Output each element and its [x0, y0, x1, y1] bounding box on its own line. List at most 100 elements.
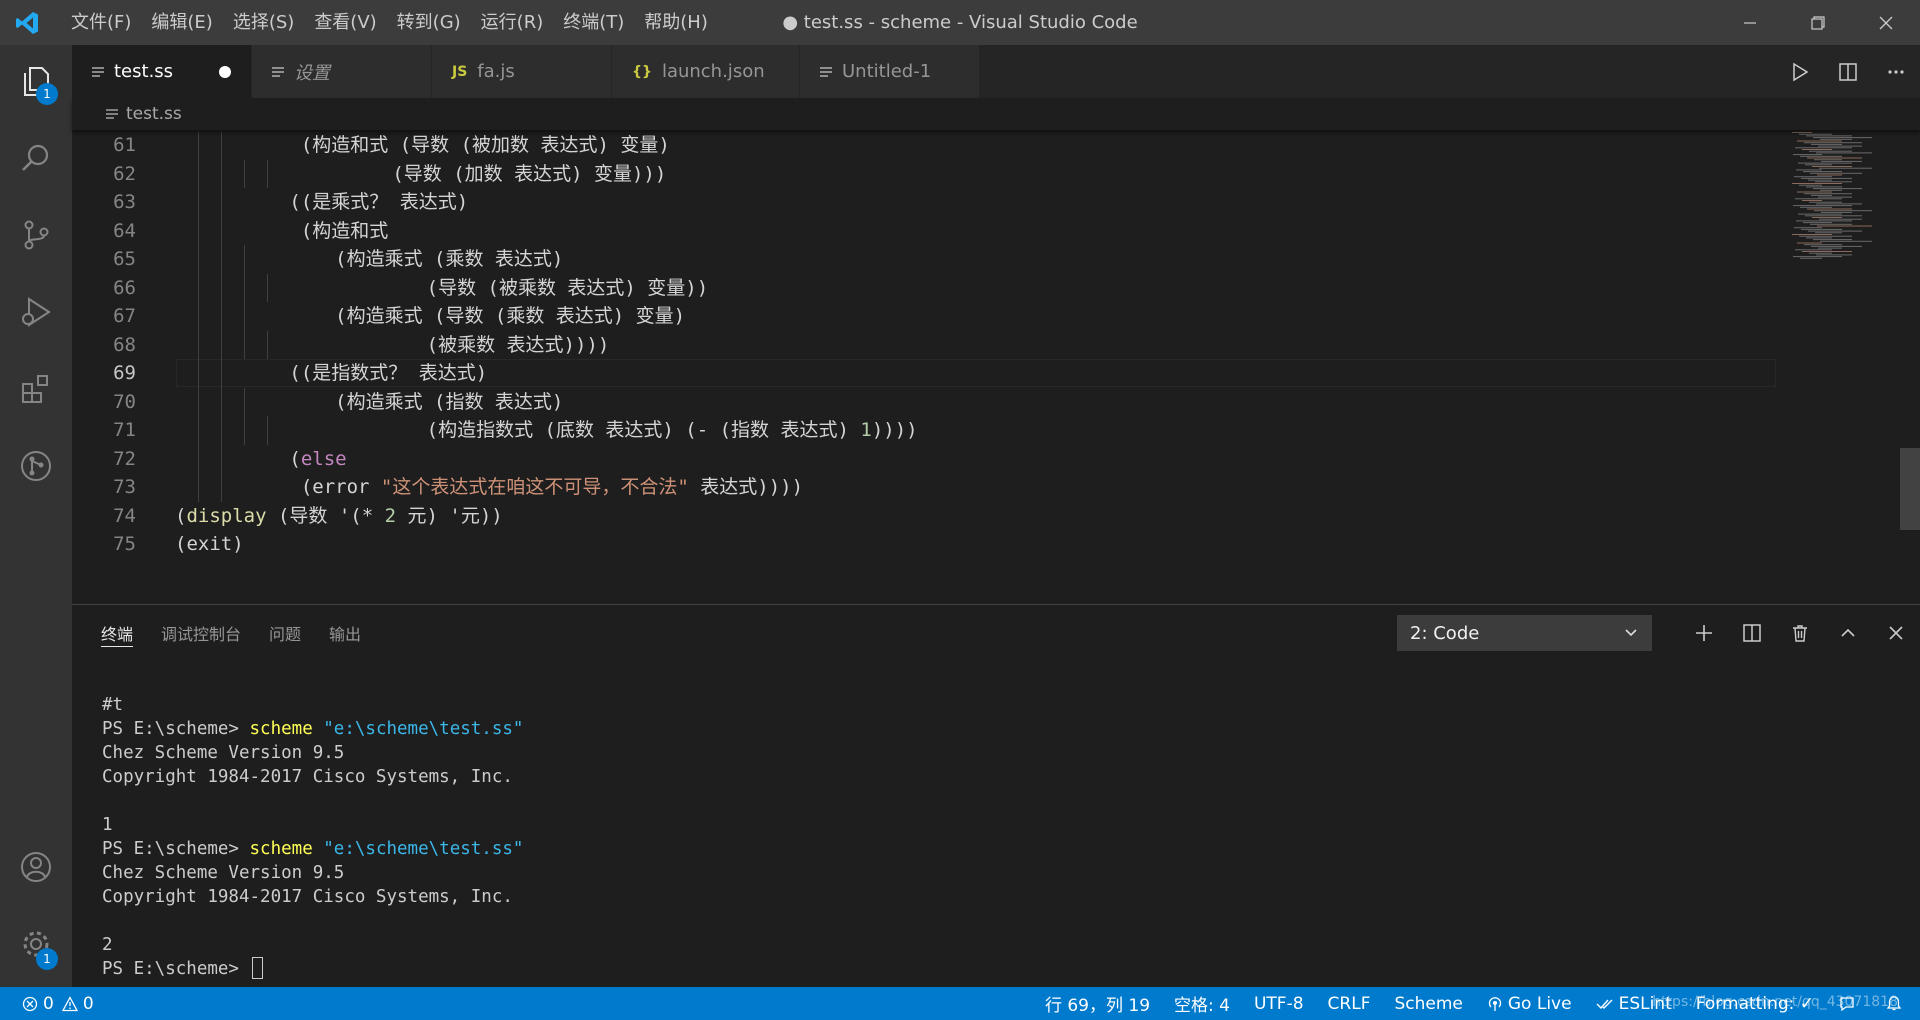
- menu-item-6[interactable]: 终端(T): [553, 0, 634, 45]
- terminal-command: scheme: [249, 839, 313, 859]
- close-button[interactable]: [1852, 0, 1920, 45]
- explorer-icon[interactable]: 1: [0, 45, 72, 117]
- code-line[interactable]: 71 (构造指数式 (底数 表达式) (- (指数 表达式) 1)))): [72, 416, 1772, 445]
- menu-item-5[interactable]: 运行(R): [471, 0, 554, 45]
- minimap-line: [1807, 208, 1852, 210]
- tab-untitled-1[interactable]: Untitled-1: [800, 45, 980, 98]
- run-debug-icon[interactable]: [0, 276, 72, 348]
- code-line[interactable]: 61 (构造和式 (导数 (被加数 表达式) 变量): [72, 131, 1772, 160]
- menu-item-3[interactable]: 查看(V): [304, 0, 386, 45]
- run-file-button[interactable]: [1776, 45, 1824, 98]
- restore-button[interactable]: [1784, 0, 1852, 45]
- panel-tab-output[interactable]: 输出: [329, 605, 361, 661]
- minimize-button[interactable]: [1716, 0, 1784, 45]
- code-editor[interactable]: 61 (构造和式 (导数 (被加数 表达式) 变量) 62 (导数 (加数 表达式…: [72, 130, 1920, 604]
- editor-scrollbar[interactable]: [1900, 448, 1920, 530]
- indent-guide: [220, 473, 222, 502]
- minimap-line: [1818, 196, 1852, 198]
- menu-item-7[interactable]: 帮助(H): [634, 0, 718, 45]
- minimap-line: [1795, 147, 1852, 149]
- code-line[interactable]: 72 (else: [72, 445, 1772, 474]
- unsaved-dot-icon[interactable]: [219, 65, 231, 78]
- extensions-icon[interactable]: [0, 353, 72, 425]
- code-segment: (构造指数式 (底数 表达式) (- (指数 表达式): [426, 419, 861, 441]
- minimap-line: [1806, 186, 1842, 188]
- search-icon[interactable]: [0, 122, 72, 194]
- menu-item-4[interactable]: 转到(G): [387, 0, 471, 45]
- go-live-button[interactable]: Go Live: [1475, 994, 1584, 1014]
- lines-file-icon: [92, 66, 104, 78]
- end-of-line[interactable]: CRLF: [1316, 994, 1383, 1014]
- tab-fa-js[interactable]: JS fa.js: [432, 45, 612, 98]
- error-count: 0: [43, 993, 54, 1014]
- minimap-line: [1802, 200, 1822, 201]
- code-segment: 元) '元)): [396, 504, 503, 527]
- minimap-line: [1815, 181, 1852, 183]
- menu-item-2[interactable]: 选择(S): [223, 0, 304, 45]
- tab-launch-json[interactable]: {} launch.json: [612, 45, 800, 98]
- line-number: 63: [113, 191, 136, 213]
- code-line[interactable]: 65 (构造乘式 (乘数 表达式): [72, 245, 1772, 274]
- eslint-status[interactable]: ESLint: [1584, 994, 1684, 1014]
- split-editor-button[interactable]: [1824, 45, 1872, 98]
- menu-bar: 文件(F) 编辑(E) 选择(S) 查看(V) 转到(G) 运行(R) 终端(T) 帮助(H): [61, 0, 718, 45]
- code-segment: (: [289, 447, 301, 470]
- formatting-status[interactable]: Formatting: ✓: [1684, 994, 1826, 1014]
- terminal-select[interactable]: 2: Code: [1397, 615, 1652, 651]
- code-line[interactable]: 63 ((是乘式？ 表达式): [72, 188, 1772, 217]
- maximize-panel-icon[interactable]: [1824, 605, 1872, 661]
- git-graph-icon[interactable]: [0, 430, 72, 502]
- kill-terminal-icon[interactable]: [1776, 605, 1824, 661]
- close-panel-icon[interactable]: [1872, 605, 1920, 661]
- source-control-icon[interactable]: [0, 199, 72, 271]
- tab-test-ss[interactable]: test.ss: [72, 45, 252, 98]
- minimap-line: [1801, 228, 1842, 230]
- split-terminal-button[interactable]: [1728, 605, 1776, 661]
- tab-settings[interactable]: 设置: [252, 45, 432, 98]
- encoding[interactable]: UTF-8: [1242, 994, 1316, 1014]
- title-bar: 文件(F) 编辑(E) 选择(S) 查看(V) 转到(G) 运行(R) 终端(T) 帮助(H)…: [0, 0, 1920, 45]
- indent-guide: [243, 302, 245, 331]
- minimap-line: [1806, 237, 1832, 239]
- language-mode[interactable]: Scheme: [1382, 994, 1474, 1014]
- terminal-text: #t: [102, 695, 124, 715]
- menu-item-0[interactable]: 文件(F): [61, 0, 141, 45]
- code-line[interactable]: 70 (构造乘式 (指数 表达式): [72, 388, 1772, 417]
- indentation[interactable]: 空格: 4: [1162, 991, 1242, 1016]
- menu-item-1[interactable]: 编辑(E): [141, 0, 222, 45]
- code-line[interactable]: 67 (构造乘式 (导数 (乘数 表达式) 变量): [72, 302, 1772, 331]
- cursor-position[interactable]: 行 69，列 19: [1033, 991, 1162, 1016]
- minimap[interactable]: [1790, 130, 1920, 604]
- feedback-icon[interactable]: [1826, 995, 1873, 1013]
- code-line[interactable]: 74 (display (导数 '(* 2 元) '元)): [72, 502, 1772, 531]
- notifications-bell-icon[interactable]: [1873, 995, 1920, 1013]
- double-check-icon: [1596, 999, 1613, 1009]
- code-line[interactable]: 75 (exit): [72, 530, 1772, 559]
- code-line[interactable]: 73 (error "这个表达式在咱这不可导，不合法" 表达式)))): [72, 473, 1772, 502]
- breadcrumb-file[interactable]: test.ss: [126, 104, 182, 124]
- settings-gear-icon[interactable]: 1: [0, 908, 72, 980]
- new-terminal-button[interactable]: [1680, 605, 1728, 661]
- terminal-argument: "e:\scheme\test.ss": [312, 719, 524, 739]
- code-line[interactable]: 69 ((是指数式？ 表达式): [72, 359, 1772, 388]
- code-line[interactable]: 64 (构造和式: [72, 217, 1772, 246]
- panel-tab-debug-console[interactable]: 调试控制台: [161, 605, 241, 661]
- minimap-line: [1800, 257, 1822, 259]
- minimap-line: [1799, 235, 1852, 237]
- line-number: 70: [113, 390, 136, 413]
- minimap-line: [1816, 152, 1872, 154]
- code-line[interactable]: 68 (被乘数 表达式)))): [72, 331, 1772, 360]
- minimap-line: [1804, 142, 1862, 144]
- tab-label: Untitled-1: [842, 61, 932, 82]
- panel-tab-terminal[interactable]: 终端: [101, 605, 134, 661]
- code-line[interactable]: 66 (导数 (被乘数 表达式) 变量)): [72, 274, 1772, 303]
- panel-tab-problems[interactable]: 问题: [269, 605, 301, 661]
- more-actions-icon[interactable]: [1872, 45, 1920, 98]
- indent-guide: [243, 159, 245, 188]
- code-segment: (构造和式: [289, 219, 389, 242]
- problems-status[interactable]: 0 0: [22, 994, 106, 1014]
- accounts-icon[interactable]: [0, 831, 72, 903]
- terminal-output[interactable]: #t PS E:\scheme> scheme "e:\scheme\test.s…: [102, 693, 1882, 981]
- code-line[interactable]: 62 (导数 (加数 表达式) 变量))): [72, 160, 1772, 189]
